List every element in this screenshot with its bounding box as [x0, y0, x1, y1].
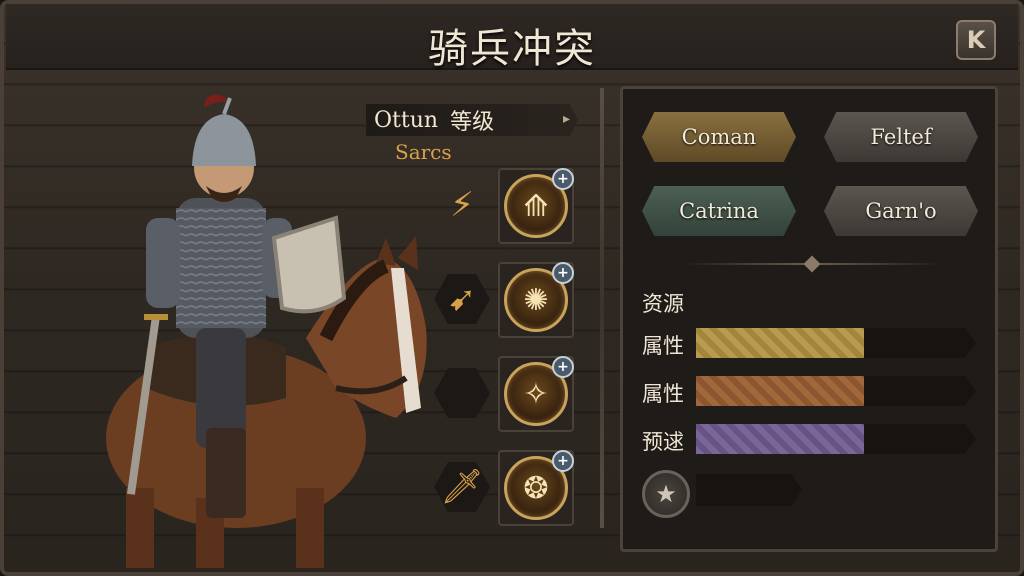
skill-slot[interactable]: ✺ +	[498, 262, 574, 338]
stat-bar	[696, 376, 976, 406]
stat-bar-fill	[696, 424, 864, 454]
resources-label: 资源	[642, 292, 684, 316]
stat-label: 属性	[642, 334, 684, 358]
tab-1[interactable]: Feltef	[824, 112, 978, 162]
stat-bar	[696, 328, 976, 358]
stat-label: 预逑	[642, 430, 684, 454]
skill-slot[interactable]: ⟰ +	[498, 168, 574, 244]
character-name-plate[interactable]: Ottun 等级 ▸	[366, 104, 578, 136]
page-title: 骑兵冲突	[428, 26, 596, 72]
skill-slot[interactable]: ✧ +	[498, 356, 574, 432]
character-class: Sarcs	[395, 140, 452, 164]
level-label: 等级	[450, 110, 495, 135]
stat-label: 属性	[642, 382, 684, 406]
panel-divider	[600, 88, 604, 528]
stat-bar-fill	[696, 328, 864, 358]
star-progress-track	[696, 474, 802, 506]
stat-bar-fill	[696, 376, 864, 406]
tab-3[interactable]: Garn'o	[824, 186, 978, 236]
upgrade-plus-icon[interactable]: +	[552, 450, 574, 472]
star-icon[interactable]: ★	[642, 470, 690, 518]
skill-slot[interactable]: ❂ +	[498, 450, 574, 526]
upgrade-plus-icon[interactable]: +	[552, 168, 574, 190]
character-name: Ottun	[374, 107, 439, 133]
header-bar: 骑兵冲突 K	[6, 4, 1018, 72]
stat-bar	[696, 424, 976, 454]
chevron-right-icon: ▸	[562, 111, 570, 127]
upgrade-plus-icon[interactable]: +	[552, 356, 574, 378]
stat-row: 预逑	[642, 424, 982, 456]
stat-row: 属性	[642, 376, 982, 408]
lightning-icon: ⚡	[450, 185, 474, 225]
close-button[interactable]: K	[956, 20, 996, 60]
upgrade-plus-icon[interactable]: +	[552, 262, 574, 284]
tab-0[interactable]: Coman	[642, 112, 796, 162]
cavalry-hero-illustration	[86, 88, 446, 568]
tab-2[interactable]: Catrina	[642, 186, 796, 236]
ornament-divider	[682, 255, 942, 273]
stat-row: 属性	[642, 328, 982, 360]
